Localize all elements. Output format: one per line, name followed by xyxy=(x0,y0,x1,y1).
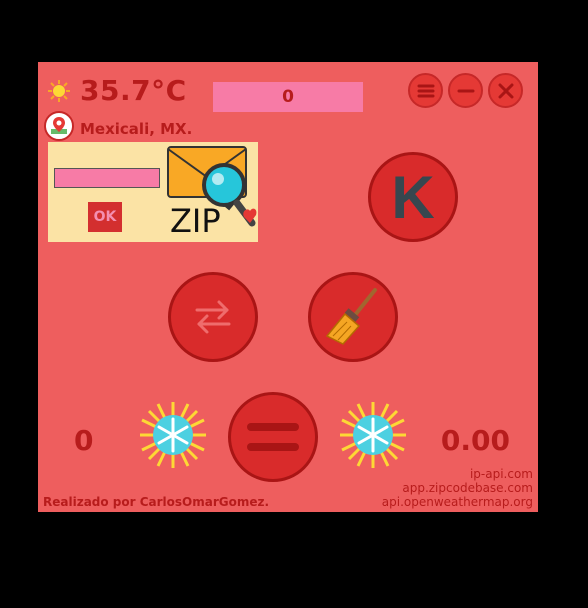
k-button[interactable]: K xyxy=(368,152,458,242)
left-value: 0 xyxy=(74,424,94,457)
right-value: 0.00 xyxy=(440,424,510,457)
equals-menu-icon xyxy=(247,423,299,451)
close-icon xyxy=(498,83,513,98)
location-button[interactable] xyxy=(44,111,74,141)
minimize-button[interactable] xyxy=(448,73,483,108)
snow-sun-icon xyxy=(140,402,206,468)
api-source-3: api.openweathermap.org xyxy=(381,495,533,509)
app-window: 35.7°C 0 Mexicali, MX. OK ZIP K 0 0.00 R… xyxy=(38,62,538,512)
minimize-icon xyxy=(457,89,474,92)
main-menu-button[interactable] xyxy=(228,392,318,482)
zip-label: ZIP xyxy=(170,202,221,240)
api-source-1: ip-api.com xyxy=(469,467,533,481)
temperature-label: 35.7°C xyxy=(80,74,187,107)
clear-button[interactable] xyxy=(308,272,398,362)
credits-label: Realizado por CarlosOmarGomez. xyxy=(43,495,270,509)
close-button[interactable] xyxy=(488,73,523,108)
broom-icon xyxy=(325,288,377,345)
sun-icon xyxy=(48,80,70,102)
map-pin-icon xyxy=(51,117,67,134)
value-display: 0 xyxy=(213,82,363,112)
menu-icon xyxy=(417,84,434,97)
ok-button[interactable]: OK xyxy=(88,202,122,232)
snow-sun-icon xyxy=(340,402,406,468)
k-label: K xyxy=(391,163,435,231)
swap-arrows-icon xyxy=(195,300,231,334)
api-source-2: app.zipcodebase.com xyxy=(402,481,533,495)
zip-panel: OK ZIP xyxy=(48,142,258,242)
menu-button[interactable] xyxy=(408,73,443,108)
swap-button[interactable] xyxy=(168,272,258,362)
location-label: Mexicali, MX. xyxy=(80,120,193,138)
zip-input[interactable] xyxy=(54,168,160,188)
